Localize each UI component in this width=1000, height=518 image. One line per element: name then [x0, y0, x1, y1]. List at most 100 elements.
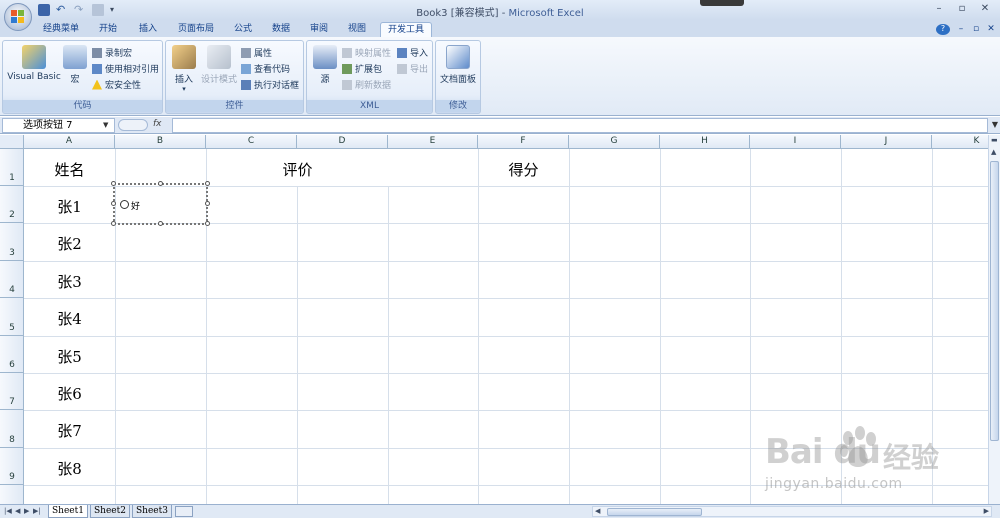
- xml-source-button[interactable]: 源: [313, 45, 337, 85]
- formula-input[interactable]: [172, 118, 988, 133]
- column-header-f[interactable]: F: [478, 135, 569, 149]
- run-dialog-button[interactable]: 执行对话框: [241, 78, 299, 91]
- vertical-scrollbar[interactable]: ▬ ▲: [988, 135, 1000, 504]
- cell-a9[interactable]: 张8: [24, 458, 115, 479]
- cell-a5[interactable]: 张4: [24, 308, 115, 329]
- prev-sheet-icon[interactable]: ◀: [15, 507, 20, 515]
- horizontal-scroll-thumb[interactable]: [607, 508, 702, 516]
- scroll-up-icon[interactable]: ▲: [991, 148, 996, 156]
- row-header-6[interactable]: 6: [0, 336, 24, 373]
- select-all-button[interactable]: [0, 135, 24, 149]
- cell-a3[interactable]: 张2: [24, 233, 115, 254]
- row-header-2[interactable]: 2: [0, 186, 24, 223]
- expand-formula-bar-icon[interactable]: ▼: [992, 120, 998, 129]
- next-sheet-icon[interactable]: ▶: [24, 507, 29, 515]
- document-panel-button[interactable]: 文档面板: [439, 45, 477, 85]
- scroll-left-icon[interactable]: ◀: [595, 507, 600, 515]
- row-header-7[interactable]: 7: [0, 373, 24, 410]
- row-header-1[interactable]: 1: [0, 149, 24, 186]
- resize-handle[interactable]: [205, 221, 210, 226]
- name-box[interactable]: 选项按钮 7: [2, 118, 115, 133]
- resize-handle[interactable]: [111, 221, 116, 226]
- minimize-button[interactable]: –: [928, 2, 950, 17]
- map-properties-button[interactable]: 映射属性: [342, 46, 391, 59]
- cell-a8[interactable]: 张7: [24, 420, 115, 441]
- cell-a6[interactable]: 张5: [24, 346, 115, 367]
- column-header-d[interactable]: D: [297, 135, 388, 149]
- resize-handle[interactable]: [205, 201, 210, 206]
- cell-a4[interactable]: 张3: [24, 271, 115, 292]
- column-header-c[interactable]: C: [206, 135, 297, 149]
- tab-classic-menu[interactable]: 经典菜单: [36, 22, 86, 37]
- cell-f1[interactable]: 得分: [478, 159, 569, 180]
- office-button[interactable]: [4, 3, 32, 31]
- insert-control-button[interactable]: 插入 ▾: [170, 45, 198, 93]
- cell-a7[interactable]: 张6: [24, 383, 115, 404]
- properties-button[interactable]: 属性: [241, 46, 272, 59]
- resize-handle[interactable]: [158, 221, 163, 226]
- tab-review[interactable]: 审阅: [302, 22, 336, 37]
- design-mode-button[interactable]: 设计模式: [200, 45, 238, 85]
- tab-page-layout[interactable]: 页面布局: [170, 22, 222, 37]
- ribbon-restore-button[interactable]: ▫: [969, 22, 983, 37]
- record-macro-button[interactable]: 录制宏: [92, 46, 132, 59]
- column-header-a[interactable]: A: [24, 135, 115, 149]
- formula-bar-button[interactable]: [118, 119, 148, 131]
- row-header-8[interactable]: 8: [0, 410, 24, 448]
- row-header-10[interactable]: [0, 485, 24, 504]
- ribbon-minimize-button[interactable]: –: [954, 22, 968, 37]
- horizontal-scrollbar[interactable]: ◀ ▶: [592, 506, 992, 517]
- option-button-control[interactable]: 好: [111, 181, 210, 226]
- radio-circle-icon[interactable]: [120, 200, 129, 209]
- row-header-9[interactable]: 9: [0, 448, 24, 485]
- refresh-data-button[interactable]: 刷新数据: [342, 78, 391, 91]
- scroll-right-icon[interactable]: ▶: [984, 507, 989, 515]
- split-box-icon[interactable]: ▬: [991, 136, 998, 144]
- macro-button[interactable]: 宏: [63, 45, 87, 85]
- cell-a2[interactable]: 张1: [24, 196, 115, 217]
- column-header-i[interactable]: I: [750, 135, 841, 149]
- column-header-e[interactable]: E: [388, 135, 478, 149]
- last-sheet-icon[interactable]: ▶|: [33, 507, 41, 515]
- resize-handle[interactable]: [111, 201, 116, 206]
- sheet-tab-3[interactable]: Sheet3: [132, 505, 172, 518]
- tab-data[interactable]: 数据: [264, 22, 298, 37]
- maximize-button[interactable]: ▫: [951, 2, 973, 17]
- tab-insert[interactable]: 插入: [130, 22, 166, 37]
- macro-security-button[interactable]: 宏安全性: [92, 78, 141, 91]
- relative-reference-button[interactable]: 使用相对引用: [92, 62, 159, 75]
- column-header-k[interactable]: K: [932, 135, 988, 149]
- view-code-button[interactable]: 查看代码: [241, 62, 290, 75]
- resize-handle[interactable]: [205, 181, 210, 186]
- expansion-packs-button[interactable]: 扩展包: [342, 62, 382, 75]
- help-icon[interactable]: ?: [936, 24, 950, 35]
- ribbon-close-button[interactable]: ✕: [984, 22, 998, 37]
- xml-import-button[interactable]: 导入: [397, 46, 428, 59]
- row-header-5[interactable]: 5: [0, 298, 24, 336]
- first-sheet-icon[interactable]: |◀: [4, 507, 12, 515]
- column-header-h[interactable]: H: [660, 135, 750, 149]
- resize-handle[interactable]: [111, 181, 116, 186]
- visual-basic-button[interactable]: Visual Basic: [7, 45, 61, 82]
- tab-view[interactable]: 视图: [340, 22, 374, 37]
- tab-home[interactable]: 开始: [90, 22, 126, 37]
- column-header-j[interactable]: J: [841, 135, 932, 149]
- insert-sheet-icon[interactable]: [175, 506, 193, 517]
- tab-formulas[interactable]: 公式: [226, 22, 260, 37]
- resize-handle[interactable]: [158, 181, 163, 186]
- insert-function-icon[interactable]: fx: [153, 119, 162, 129]
- cell-c1[interactable]: 评价: [207, 159, 388, 180]
- name-box-dropdown-icon[interactable]: ▼: [103, 121, 108, 129]
- vertical-scroll-thumb[interactable]: [990, 161, 999, 441]
- gridline: [478, 149, 479, 504]
- sheet-tab-1[interactable]: Sheet1: [48, 505, 88, 518]
- row-header-3[interactable]: 3: [0, 223, 24, 261]
- cell-a1[interactable]: 姓名: [24, 159, 115, 180]
- column-header-b[interactable]: B: [115, 135, 206, 149]
- row-header-4[interactable]: 4: [0, 261, 24, 298]
- close-button[interactable]: ✕: [974, 2, 996, 17]
- column-header-g[interactable]: G: [569, 135, 660, 149]
- tab-developer[interactable]: 开发工具: [380, 22, 432, 37]
- xml-export-button[interactable]: 导出: [397, 62, 428, 75]
- sheet-tab-2[interactable]: Sheet2: [90, 505, 130, 518]
